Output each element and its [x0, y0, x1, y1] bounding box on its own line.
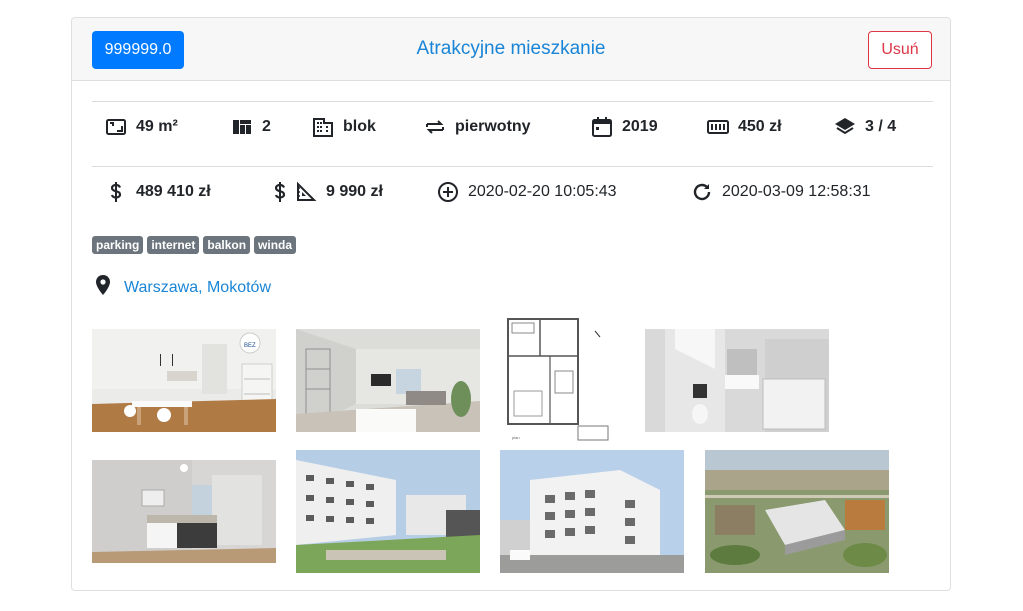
photo-aerial-view[interactable]	[705, 450, 889, 573]
dollar-icon	[104, 180, 128, 204]
dollar-icon	[268, 180, 292, 204]
tag-list: parking internet balkon winda	[92, 236, 297, 254]
area-icon	[104, 115, 128, 139]
tag-badge: winda	[254, 236, 297, 254]
tag-badge: balkon	[203, 236, 251, 254]
stat-floor: 3 / 4	[833, 115, 896, 139]
rooms-value: 2	[262, 118, 271, 135]
rooms-icon	[230, 115, 254, 139]
stat-year: 2019	[590, 115, 658, 139]
plus-circle-icon	[436, 180, 460, 204]
tag-badge: parking	[92, 236, 144, 254]
stat-price: 489 410 zł	[104, 180, 211, 204]
swap-icon	[423, 115, 447, 139]
rent-value: 450 zł	[738, 118, 782, 135]
photo-bathroom[interactable]	[645, 329, 829, 432]
delete-button[interactable]: Usuń	[868, 31, 932, 69]
divider	[92, 101, 933, 102]
building-icon	[311, 115, 335, 139]
layers-icon	[833, 115, 857, 139]
stat-price-per-m2: 9 990 zł	[268, 180, 383, 204]
card-header: 999999.0 Atrakcyjne mieszkanie Usuń	[72, 18, 950, 81]
divider	[92, 166, 933, 167]
floor-value: 3 / 4	[865, 118, 897, 135]
stat-market: pierwotny	[423, 115, 531, 139]
photo-bedroom[interactable]	[92, 460, 276, 563]
svg-text:BEZ: BEZ	[244, 343, 256, 349]
location: Warszawa, Mokotów	[92, 273, 271, 302]
photo-kitchen-dining[interactable]: BEZ	[92, 329, 276, 432]
market-value: pierwotny	[455, 118, 531, 135]
stat-created: 2020-02-20 10:05:43	[436, 180, 617, 204]
photo-building-courtyard[interactable]	[296, 450, 480, 573]
refresh-icon	[690, 180, 714, 204]
ruler-angle-icon	[294, 180, 318, 204]
photo-floor-plan[interactable]: plan	[500, 311, 628, 446]
price-value: 489 410 zł	[136, 183, 211, 200]
stat-updated: 2020-03-09 12:58:31	[690, 180, 871, 204]
stat-area: 49 m²	[104, 115, 178, 139]
area-value: 49 m²	[136, 118, 178, 135]
location-link[interactable]: Warszawa, Mokotów	[124, 279, 271, 297]
year-value: 2019	[622, 118, 658, 135]
photo-building-exterior[interactable]	[500, 450, 684, 573]
map-marker-icon	[92, 273, 114, 302]
updated-value: 2020-03-09 12:58:31	[722, 183, 871, 200]
svg-text:plan: plan	[512, 435, 520, 440]
stat-rent: 450 zł	[706, 115, 782, 139]
tag-badge: internet	[147, 236, 200, 254]
stat-rooms: 2	[230, 115, 271, 139]
listing-title[interactable]: Atrakcyjne mieszkanie	[72, 38, 950, 60]
stat-building: blok	[311, 115, 376, 139]
photo-living-room[interactable]	[296, 329, 480, 432]
calendar-icon	[590, 115, 614, 139]
meter-icon	[706, 115, 730, 139]
created-value: 2020-02-20 10:05:43	[468, 183, 617, 200]
price-per-m2-value: 9 990 zł	[326, 183, 383, 200]
building-value: blok	[343, 118, 376, 135]
listing-card: 999999.0 Atrakcyjne mieszkanie Usuń 49 m…	[71, 17, 951, 591]
